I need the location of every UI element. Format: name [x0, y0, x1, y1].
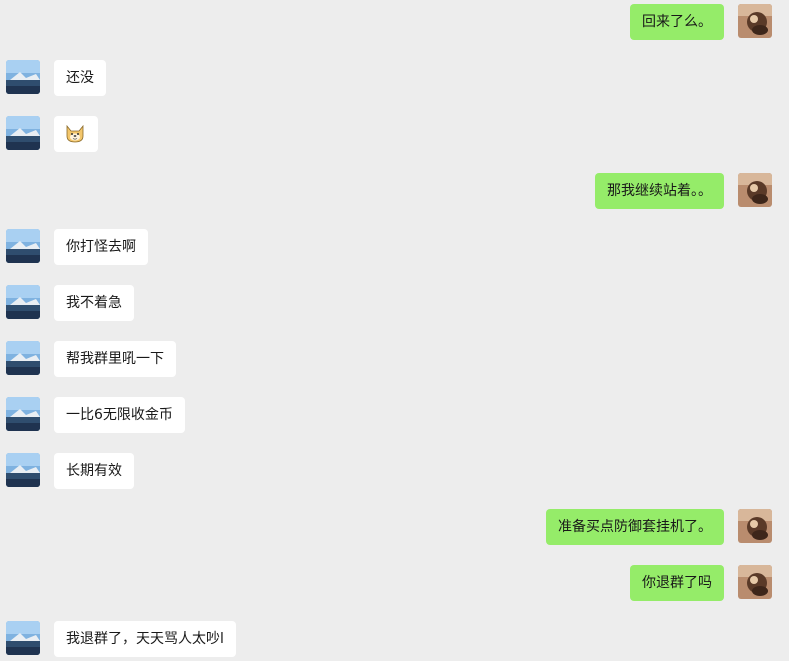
message-row: 还没	[0, 60, 789, 96]
message-bubble-received[interactable]: 帮我群里吼一下	[54, 341, 176, 377]
message-row	[0, 116, 789, 152]
message-row: 长期有效	[0, 453, 789, 489]
message-bubble-sent[interactable]: 回来了么。	[630, 4, 724, 40]
message-row: 我不着急	[0, 285, 789, 321]
message-row: 帮我群里吼一下	[0, 341, 789, 377]
self-avatar[interactable]	[738, 173, 772, 207]
message-bubble-received[interactable]: 你打怪去啊	[54, 229, 148, 265]
contact-avatar[interactable]	[6, 60, 40, 94]
message-row: 回来了么。	[0, 4, 789, 40]
message-bubble-received[interactable]: 一比6无限收金币	[54, 397, 185, 433]
message-bubble-received[interactable]: 还没	[54, 60, 106, 96]
contact-avatar[interactable]	[6, 621, 40, 655]
message-row: 我退群了，天天骂人太吵l	[0, 621, 789, 657]
message-bubble-sent[interactable]: 准备买点防御套挂机了。	[546, 509, 724, 545]
self-avatar[interactable]	[738, 509, 772, 543]
message-bubble-sent[interactable]: 你退群了吗	[630, 565, 724, 601]
message-row: 一比6无限收金币	[0, 397, 789, 433]
message-bubble-received[interactable]: 长期有效	[54, 453, 134, 489]
contact-avatar[interactable]	[6, 453, 40, 487]
self-avatar[interactable]	[738, 4, 772, 38]
contact-avatar[interactable]	[6, 341, 40, 375]
doge-emoji-icon	[66, 124, 84, 142]
self-avatar[interactable]	[738, 565, 772, 599]
message-row: 你打怪去啊	[0, 229, 789, 265]
message-bubble-received[interactable]: 我不着急	[54, 285, 134, 321]
message-bubble-received[interactable]	[54, 116, 98, 152]
message-row: 你退群了吗	[0, 565, 789, 601]
message-bubble-received[interactable]: 我退群了，天天骂人太吵l	[54, 621, 236, 657]
contact-avatar[interactable]	[6, 285, 40, 319]
message-row: 那我继续站着。。	[0, 173, 789, 209]
message-bubble-sent[interactable]: 那我继续站着。。	[595, 173, 724, 209]
contact-avatar[interactable]	[6, 229, 40, 263]
message-row: 准备买点防御套挂机了。	[0, 509, 789, 545]
contact-avatar[interactable]	[6, 397, 40, 431]
chat-message-list[interactable]: 回来了么。 还没 那我继续站着。。 你打怪去啊 我不着急 帮我群里吼一下 一比6…	[0, 0, 789, 661]
contact-avatar[interactable]	[6, 116, 40, 150]
